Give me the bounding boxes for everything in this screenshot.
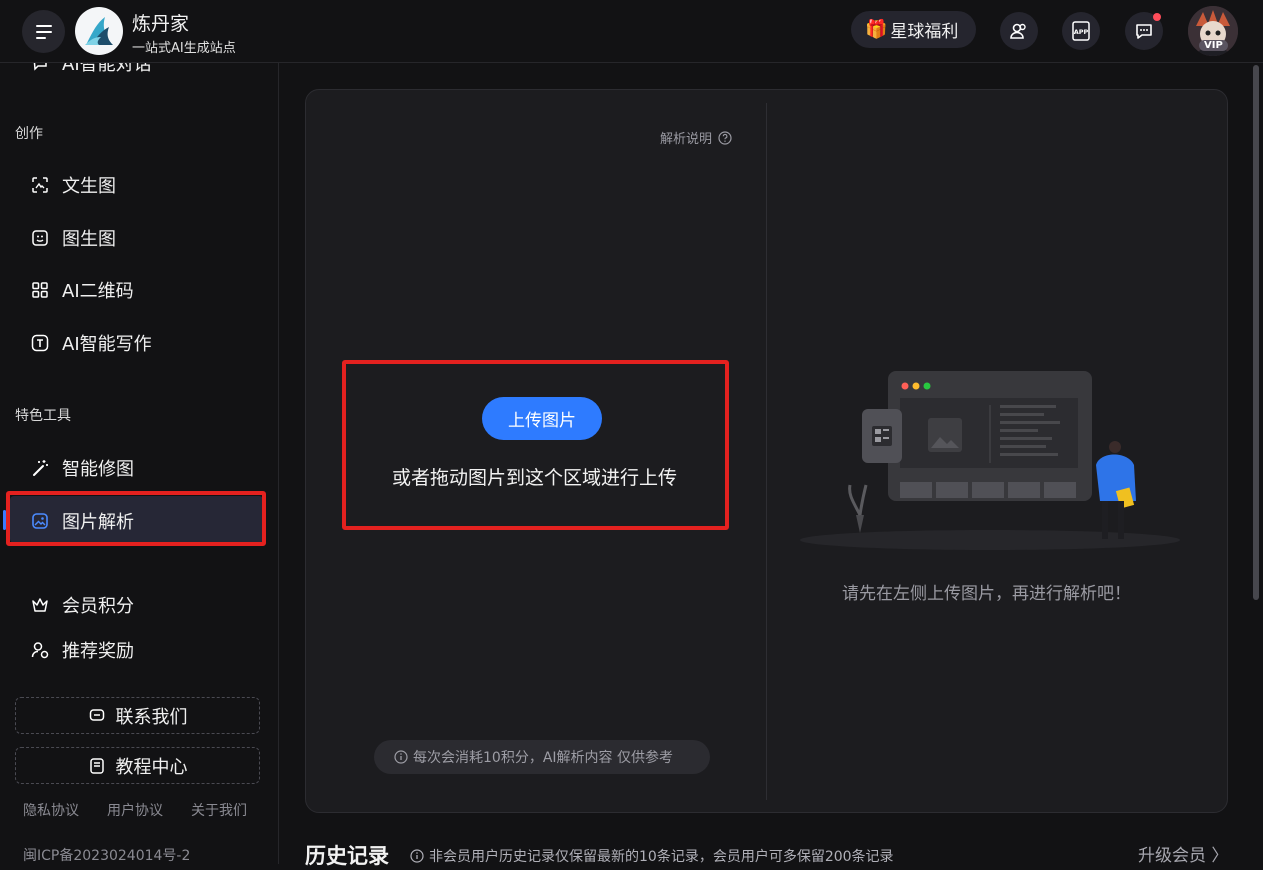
contact-us-label: 联系我们	[115, 706, 188, 728]
tutorial-center-button[interactable]: 教程中心	[15, 747, 260, 784]
icp-record[interactable]: 闽ICP备2023024014号-2	[23, 845, 190, 864]
welfare-button[interactable]: 🎁 星球福利	[851, 11, 976, 48]
empty-state-illustration	[800, 371, 1180, 550]
chat-icon	[30, 63, 50, 73]
info-icon	[394, 750, 408, 764]
upgrade-membership-link[interactable]: 升级会员 〉	[1138, 841, 1228, 866]
sidebar-item-label: 会员积分	[62, 596, 134, 617]
sidebar-item-ai-qrcode[interactable]: AI二维码	[30, 277, 134, 303]
panel-divider	[766, 103, 767, 800]
empty-state-text: 请先在左侧上传图片，再进行解析吧！	[842, 584, 1131, 604]
image-smile-icon	[30, 228, 50, 248]
welfare-label: 星球福利	[890, 22, 959, 42]
explain-link[interactable]: 解析说明	[660, 128, 732, 147]
brand-name: 炼丹家	[132, 13, 190, 35]
help-circle-icon	[718, 130, 732, 145]
sidebar-item-membership-points[interactable]: 会员积分	[30, 592, 134, 618]
sidebar-item-label: AI智能对话	[62, 63, 152, 75]
section-title-tools: 特色工具	[15, 408, 71, 424]
upload-drop-zone[interactable]	[342, 360, 729, 530]
chat-bubble-icon	[1136, 24, 1152, 39]
text-icon	[30, 333, 50, 353]
qrcode-icon	[30, 280, 50, 300]
page-scrollbar[interactable]	[1253, 65, 1259, 600]
cost-note: 每次会消耗10积分，AI解析内容 仅供参考	[374, 740, 710, 774]
user-reward-icon	[30, 640, 50, 660]
sidebar-item-label: 文生图	[62, 176, 116, 197]
about-us-link[interactable]: 关于我们	[191, 800, 275, 820]
user-agreement-link[interactable]: 用户协议	[107, 800, 191, 820]
tutorial-center-label: 教程中心	[115, 756, 188, 778]
sidebar-item-ai-chat[interactable]: AI智能对话	[30, 63, 152, 76]
history-title: 历史记录	[305, 844, 389, 868]
gift-icon: 🎁	[865, 19, 888, 40]
sidebar-item-text-to-image[interactable]: 文生图	[30, 172, 116, 198]
brand-subtitle: 一站式AI生成站点	[132, 41, 236, 56]
crown-icon	[30, 595, 50, 615]
contact-us-button[interactable]: 联系我们	[15, 697, 260, 734]
menu-toggle-button[interactable]	[22, 10, 65, 53]
sidebar-item-label: 智能修图	[62, 459, 134, 480]
sidebar-item-label: AI二维码	[62, 281, 134, 302]
history-note-text: 非会员用户历史记录仅保留最新的10条记录，会员用户可多保留200条记录	[429, 849, 894, 865]
brand-logo[interactable]	[75, 7, 123, 55]
vip-badge: VIP	[1199, 40, 1228, 51]
sidebar-item-image-to-image[interactable]: 图生图	[30, 225, 116, 251]
sidebar-item-label: 推荐奖励	[62, 641, 134, 662]
users-icon	[1010, 23, 1026, 39]
app-download-button[interactable]: APP	[1062, 12, 1100, 50]
section-title-create: 创作	[15, 126, 43, 142]
sidebar: AI智能对话 创作 文生图 图生图 AI二维码 AI智能写作 特色工具 智能修图…	[0, 63, 279, 864]
book-icon	[88, 757, 106, 775]
sidebar-item-ai-writing[interactable]: AI智能写作	[30, 330, 152, 356]
logo-icon	[85, 17, 113, 45]
sidebar-item-label: AI智能写作	[62, 334, 152, 355]
top-bar: 炼丹家 一站式AI生成站点 🎁 星球福利 APP VIP	[0, 0, 1263, 63]
history-note: 非会员用户历史记录仅保留最新的10条记录，会员用户可多保留200条记录	[410, 846, 894, 866]
sidebar-item-smart-retouch[interactable]: 智能修图	[30, 455, 134, 481]
app-icon: APP	[1072, 21, 1090, 41]
highlight-box-sidebar	[6, 491, 266, 546]
messages-button[interactable]	[1125, 12, 1163, 50]
footer-links: 隐私协议 用户协议 关于我们	[23, 800, 275, 820]
hamburger-icon	[35, 24, 52, 39]
chat-icon	[88, 707, 106, 725]
community-button[interactable]	[1000, 12, 1038, 50]
sidebar-item-referral-reward[interactable]: 推荐奖励	[30, 637, 134, 663]
cost-note-text: 每次会消耗10积分，AI解析内容 仅供参考	[413, 750, 673, 766]
info-icon	[410, 849, 424, 863]
notification-dot	[1153, 13, 1161, 21]
privacy-link[interactable]: 隐私协议	[23, 800, 107, 820]
text-image-icon	[30, 175, 50, 195]
sidebar-item-label: 图生图	[62, 229, 116, 250]
svg-text:APP: APP	[1074, 28, 1089, 36]
magic-wand-icon	[30, 458, 50, 478]
explain-label: 解析说明	[660, 132, 713, 147]
